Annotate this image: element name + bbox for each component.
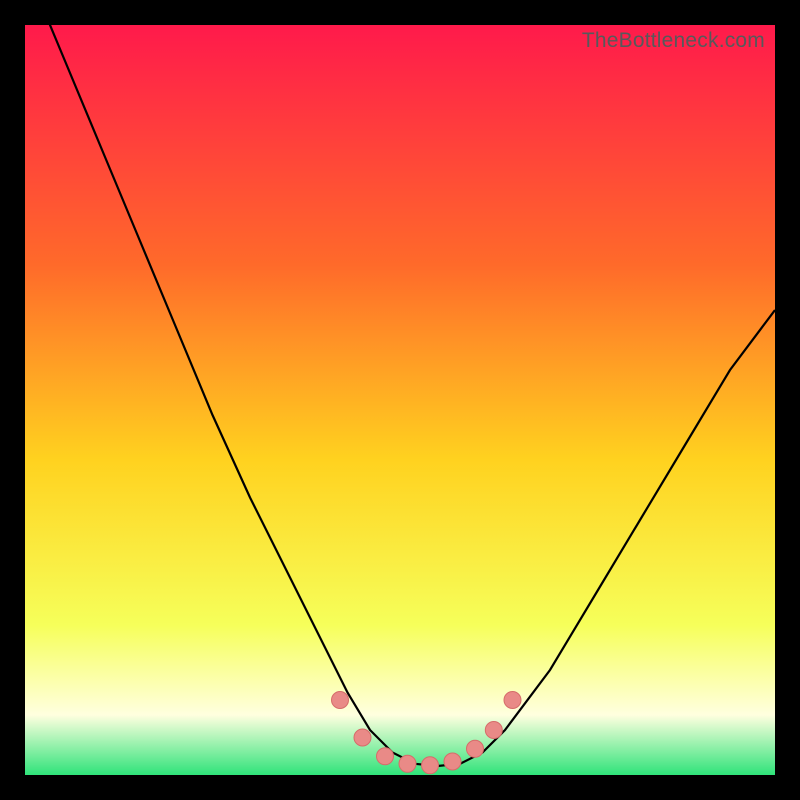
marker-point	[354, 729, 371, 746]
plot-area: TheBottleneck.com	[25, 25, 775, 775]
marker-point	[422, 757, 439, 774]
bottleneck-chart	[25, 25, 775, 775]
marker-point	[332, 692, 349, 709]
outer-frame: TheBottleneck.com	[0, 0, 800, 800]
attribution-label: TheBottleneck.com	[582, 29, 765, 53]
gradient-background	[25, 25, 775, 775]
marker-point	[377, 748, 394, 765]
marker-point	[504, 692, 521, 709]
marker-point	[467, 740, 484, 757]
marker-point	[444, 753, 461, 770]
marker-point	[399, 755, 416, 772]
marker-point	[485, 722, 502, 739]
